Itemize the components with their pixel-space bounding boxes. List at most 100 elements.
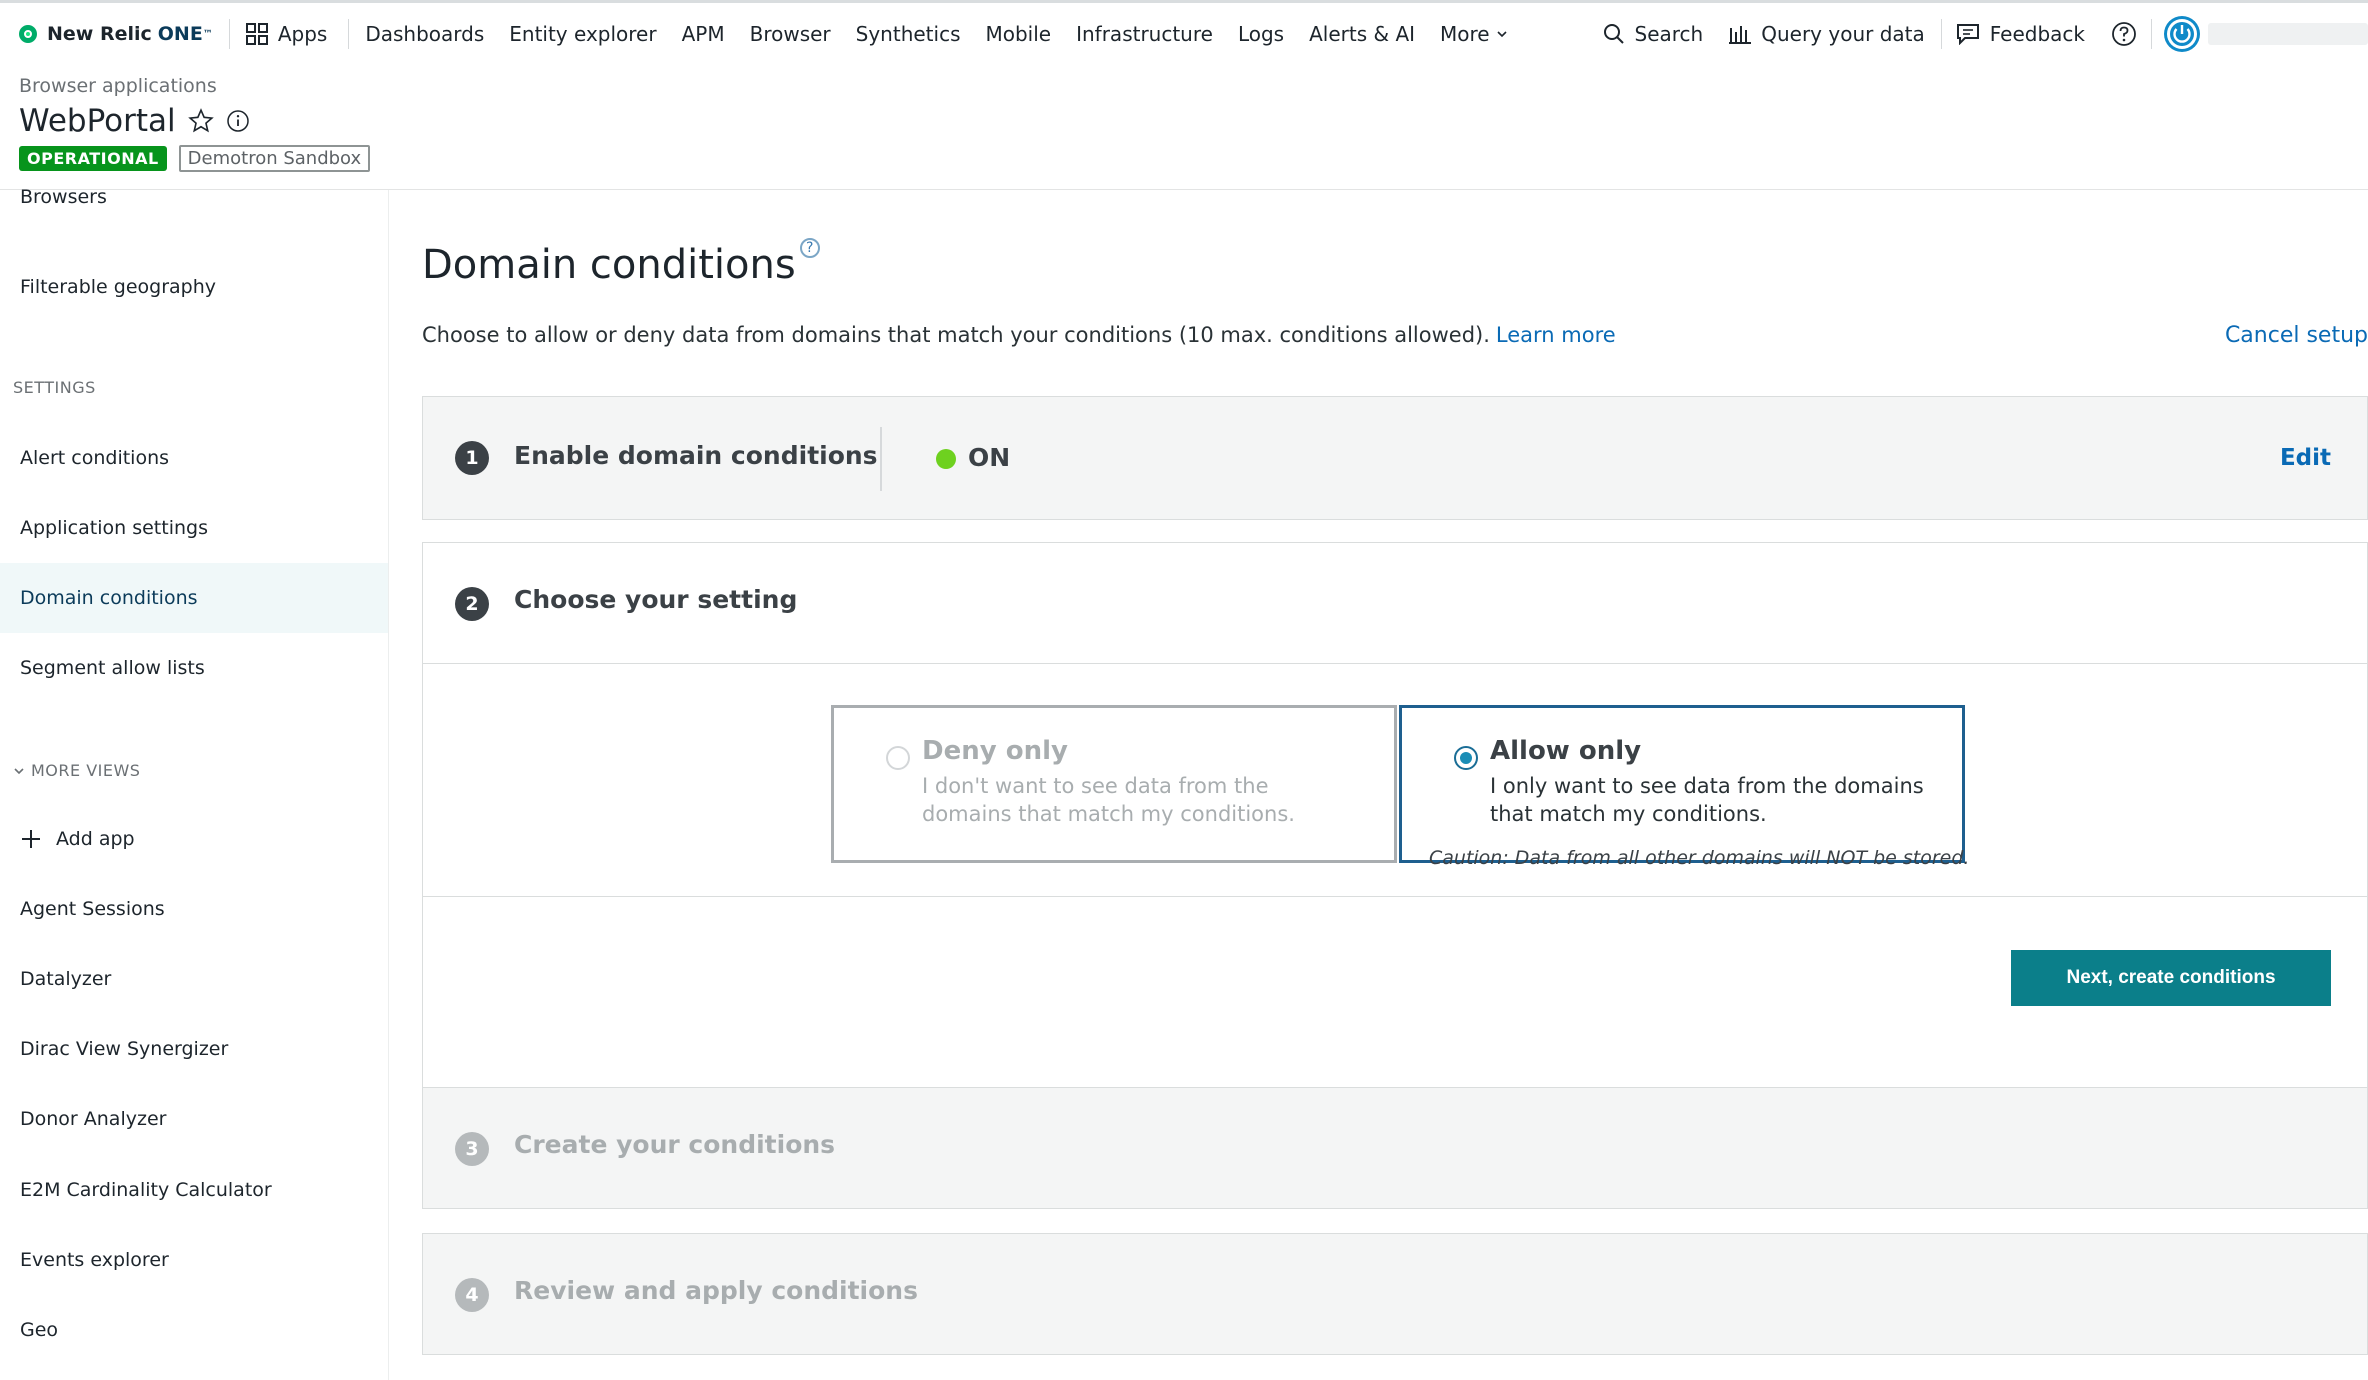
account-badge: Demotron Sandbox <box>178 145 371 172</box>
nav-synthetics[interactable]: Synthetics <box>856 22 961 46</box>
status-badge: OPERATIONAL <box>19 146 167 171</box>
deny-only-title: Deny only <box>922 736 1068 766</box>
sidebar-item-e2m-cardinality-calculator[interactable]: E2M Cardinality Calculator <box>0 1155 388 1225</box>
heading-text: Domain conditions <box>422 242 796 288</box>
logo-trademark: ™ <box>202 28 213 40</box>
cancel-setup-link[interactable]: Cancel setup <box>2225 323 2368 348</box>
nav-entity-explorer[interactable]: Entity explorer <box>509 22 656 46</box>
logo-one-text: ONE <box>157 23 203 45</box>
sidebar-section-more-views[interactable]: MORE VIEWS <box>13 761 140 780</box>
nav-dashboards[interactable]: Dashboards <box>365 22 484 46</box>
step-divider <box>880 427 882 491</box>
header-badges: OPERATIONAL Demotron Sandbox <box>19 145 371 172</box>
info-icon[interactable] <box>226 109 250 133</box>
step-number-badge: 4 <box>455 1278 489 1312</box>
nav-apps[interactable]: Apps <box>245 22 328 46</box>
sidebar-item-browsers[interactable]: Browsers <box>0 172 388 222</box>
new-relic-logo-icon <box>19 25 37 43</box>
panel-divider <box>423 896 2368 897</box>
logo-text: New Relic <box>47 23 152 45</box>
breadcrumb[interactable]: Browser applications <box>19 75 217 97</box>
sidebar-item-alert-conditions[interactable]: Alert conditions <box>0 423 388 493</box>
sidebar-item-geo[interactable]: Geo <box>0 1295 388 1365</box>
star-icon[interactable] <box>187 108 214 134</box>
top-navigation: New Relic ONE ™ Apps Dashboards Entity ex… <box>0 3 2368 65</box>
sidebar-item-application-settings[interactable]: Application settings <box>0 493 388 563</box>
nav-separator <box>228 19 230 49</box>
sidebar-item-segment-allow-lists[interactable]: Segment allow lists <box>0 633 388 703</box>
setting-choice-panel: Deny only I don't want to see data from … <box>422 663 2368 1130</box>
plus-icon <box>22 830 40 848</box>
bar-chart-icon <box>1729 26 1752 44</box>
deny-only-option[interactable]: Deny only I don't want to see data from … <box>831 705 1397 863</box>
more-views-label: MORE VIEWS <box>31 761 141 780</box>
search-label: Search <box>1634 22 1704 46</box>
sidebar: Browsers Filterable geography SETTINGS A… <box>0 186 389 1380</box>
nav-logs[interactable]: Logs <box>1238 22 1284 46</box>
nav-mobile[interactable]: Mobile <box>985 22 1051 46</box>
sidebar-section-settings: SETTINGS <box>13 378 96 397</box>
query-your-data-button[interactable]: Query your data <box>1729 22 1925 46</box>
step-title: Choose your setting <box>514 585 798 614</box>
sidebar-item-filterable-geography[interactable]: Filterable geography <box>0 252 388 322</box>
step-number-badge: 2 <box>455 587 489 621</box>
description: Choose to allow or deny data from domain… <box>422 323 1616 347</box>
page-title: WebPortal <box>19 103 250 139</box>
query-your-data-label: Query your data <box>1761 22 1925 46</box>
allow-only-option[interactable]: Allow only I only want to see data from … <box>1399 705 1965 863</box>
nav-separator <box>348 19 350 49</box>
apps-grid-icon <box>245 23 268 45</box>
account-name-redacted[interactable] <box>2208 23 2368 45</box>
nav-alerts-ai[interactable]: Alerts & AI <box>1309 22 1415 46</box>
feedback-icon <box>1956 24 1979 45</box>
sidebar-item-agent-sessions[interactable]: Agent Sessions <box>0 874 388 944</box>
allow-only-title: Allow only <box>1490 736 1642 766</box>
nav-apps-label: Apps <box>277 22 328 46</box>
help-button[interactable] <box>2111 21 2137 47</box>
nav-infrastructure[interactable]: Infrastructure <box>1076 22 1213 46</box>
feedback-button[interactable]: Feedback <box>1956 22 2085 46</box>
search-icon <box>1603 24 1624 44</box>
sidebar-item-dirac-view-synergizer[interactable]: Dirac View Synergizer <box>0 1014 388 1084</box>
step-title: Enable domain conditions <box>514 441 878 470</box>
feedback-label: Feedback <box>1989 22 2085 46</box>
allow-only-description: I only want to see data from the domains… <box>1490 774 1924 826</box>
sidebar-item-events-explorer[interactable]: Events explorer <box>0 1225 388 1295</box>
step-number-badge: 1 <box>455 441 489 475</box>
help-question-icon[interactable]: ? <box>799 238 820 258</box>
status-on-text: ON <box>968 443 1011 472</box>
help-icon <box>2112 22 2136 46</box>
nav-separator <box>1940 19 1942 49</box>
chevron-down-icon <box>14 767 24 774</box>
sidebar-item-datalyzer[interactable]: Datalyzer <box>0 944 388 1014</box>
description-text: Choose to allow or deny data from domain… <box>422 323 1490 347</box>
nav-right-group: Search Query your data Feedback <box>1603 3 2368 65</box>
add-app-button[interactable]: Add app <box>0 804 388 874</box>
step-title: Create your conditions <box>514 1130 836 1159</box>
sidebar-item-donor-analyzer[interactable]: Donor Analyzer <box>0 1084 388 1154</box>
step-choose-your-setting: 2 Choose your setting <box>422 542 2368 664</box>
step-title: Review and apply conditions <box>514 1276 918 1305</box>
caution-note: Caution: Data from all other domains wil… <box>1429 847 1970 869</box>
deny-only-description: I don't want to see data from the domain… <box>922 774 1295 826</box>
nav-more-label: More <box>1440 22 1490 46</box>
step-number-badge: 3 <box>455 1132 489 1166</box>
step-review-and-apply-conditions: 4 Review and apply conditions <box>422 1233 2368 1355</box>
nav-more[interactable]: More <box>1440 22 1508 46</box>
user-power-icon <box>2164 16 2200 52</box>
status-on-indicator <box>936 449 956 469</box>
search-button[interactable]: Search <box>1603 22 1704 46</box>
nav-browser[interactable]: Browser <box>750 22 831 46</box>
domain-conditions-heading: Domain conditions ? <box>422 238 820 288</box>
nav-separator <box>2151 19 2152 49</box>
deny-only-radio[interactable] <box>886 746 910 770</box>
new-relic-logo[interactable]: New Relic ONE ™ <box>19 23 213 45</box>
allow-only-radio[interactable] <box>1454 746 1478 770</box>
sidebar-item-domain-conditions[interactable]: Domain conditions <box>0 563 388 633</box>
nav-apm[interactable]: APM <box>682 22 725 46</box>
next-create-conditions-button[interactable]: Next, create conditions <box>2011 950 2331 1006</box>
step-enable-domain-conditions: 1 Enable domain conditions ON Edit <box>422 396 2368 520</box>
edit-link[interactable]: Edit <box>2280 445 2331 471</box>
learn-more-link[interactable]: Learn more <box>1496 323 1616 347</box>
user-avatar[interactable] <box>2162 14 2202 54</box>
